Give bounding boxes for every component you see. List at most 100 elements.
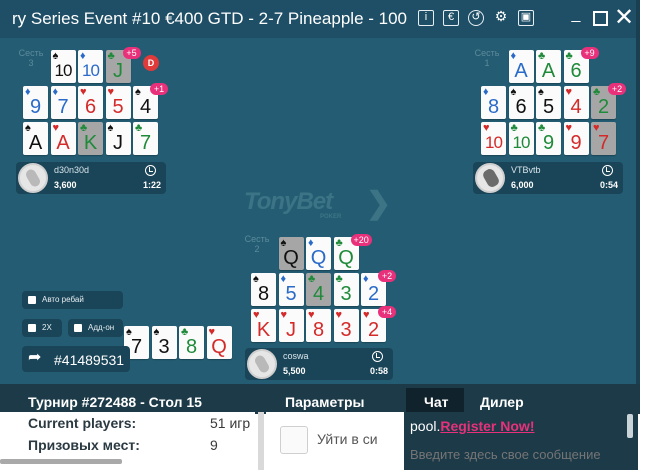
playing-card: ♣ 3 <box>333 273 359 306</box>
sit-out-checkbox[interactable] <box>280 426 308 454</box>
hand-number: #41489531 <box>54 352 125 368</box>
card-rank: 3 <box>340 319 352 341</box>
playing-card: ♥ 8 <box>306 309 331 342</box>
playing-card: ♦ 9 <box>23 86 48 119</box>
tab-dealer[interactable]: Дилер <box>480 394 524 410</box>
minimize-icon[interactable]: _ <box>568 7 584 26</box>
card-rank: 2 <box>367 319 380 341</box>
history-icon[interactable]: ↺ <box>468 10 484 26</box>
table-view-icon[interactable]: ▣ <box>518 10 534 26</box>
settings-icon[interactable]: ⚙ <box>493 9 509 26</box>
auto-rebuy-checkbox[interactable] <box>28 296 36 304</box>
player-stack: 5,500 <box>283 366 306 376</box>
playing-card: ♠ J <box>105 122 131 155</box>
window-title: ry Series Event #10 €400 GTD - 2-7 Pinea… <box>12 9 412 28</box>
horizontal-scrollbar[interactable] <box>0 459 122 464</box>
seat-label-3[interactable]: Сесть 3 <box>16 48 46 68</box>
card-rank: 2 <box>597 96 610 118</box>
card-rank: A <box>28 132 43 154</box>
player-plate-left[interactable]: d30n30d 3,600 1:22 <box>16 162 166 194</box>
maximize-icon[interactable] <box>593 11 608 26</box>
player-stack: 3,600 <box>54 180 77 190</box>
x2-toggle[interactable]: 2X <box>22 319 62 337</box>
row-score-badge: +9 <box>580 47 599 59</box>
seat-label-text: Сесть <box>18 48 44 58</box>
card-rank: 10 <box>82 61 100 80</box>
add-on-checkbox[interactable] <box>74 324 82 332</box>
playing-card: ♣ 7 <box>133 122 158 155</box>
seat-label-text: Сесть <box>244 234 270 244</box>
seat-number: 2 <box>254 244 260 254</box>
card-rank: 9 <box>570 132 582 154</box>
register-link[interactable]: Register Now! <box>440 418 534 434</box>
auto-rebuy-label: Авто ребай <box>42 295 84 304</box>
seat-label-1[interactable]: Сесть 1 <box>472 48 502 68</box>
hand-history-button[interactable]: ➦ #41489531 <box>22 346 130 372</box>
card-rank: J <box>113 132 123 154</box>
player-plate-bottom[interactable]: coswa 5,500 0:58 <box>245 348 393 380</box>
tab-parameters[interactable]: Параметры <box>285 394 365 410</box>
card-rank: Q <box>211 336 227 358</box>
card-rank: 5 <box>112 96 124 118</box>
brand-mark-icon: ❯ <box>366 187 392 220</box>
currency-icon[interactable]: € <box>443 10 459 26</box>
poker-table-window: ry Series Event #10 €400 GTD - 2-7 Pinea… <box>0 0 648 470</box>
avatar <box>475 163 505 193</box>
card-rank: Q <box>283 247 299 269</box>
time-bank: 0:54 <box>599 180 618 190</box>
card-rank: A <box>56 132 70 154</box>
playing-card: ♥ 9 <box>563 122 589 155</box>
chat-message-text: pool. <box>410 418 441 434</box>
playing-card: ♥ 5 <box>105 86 131 119</box>
sit-out-label: Уйти в си <box>317 431 378 447</box>
avatar <box>18 163 48 193</box>
playing-card: ♠ 5 <box>536 86 561 119</box>
playing-card: ♥ 3 <box>333 309 359 342</box>
player-plate-right[interactable]: VTBvtb 6,000 0:54 <box>473 162 623 194</box>
chat-input[interactable] <box>410 444 632 464</box>
card-rank: 9 <box>542 132 555 154</box>
current-players-label: Current players: <box>28 415 137 431</box>
vertical-scrollbar[interactable] <box>258 412 264 470</box>
seat-label-2[interactable]: Сесть 2 <box>242 234 272 254</box>
card-rank: J <box>286 319 296 341</box>
playing-card: ♠ 3 <box>151 326 177 359</box>
playing-card: ♥ 4 <box>563 86 589 119</box>
row-score-badge: +2 <box>608 83 626 95</box>
time-bank: 0:58 <box>369 366 388 376</box>
auto-rebuy-toggle[interactable]: Авто ребай <box>22 291 123 309</box>
window-border <box>636 0 640 384</box>
playing-card: ♠ 10 <box>50 50 76 83</box>
dealer-button: D <box>143 55 159 71</box>
playing-card: ♣ A <box>536 50 561 83</box>
playing-card: ♥ K <box>251 309 276 342</box>
card-rank: 8 <box>487 96 500 118</box>
card-rank: 6 <box>570 60 582 82</box>
playing-card: ♣ K <box>78 122 103 155</box>
chat-scrollbar[interactable] <box>627 414 633 438</box>
add-on-toggle[interactable]: Адд-он <box>68 319 123 337</box>
tab-chat[interactable]: Чат <box>424 394 448 410</box>
playing-card: ♦ Q <box>306 237 331 270</box>
brand-watermark-sub: POKER <box>320 214 342 220</box>
prize-places-value: 9 <box>210 437 218 453</box>
add-on-label: Адд-он <box>88 323 115 332</box>
card-rank: 4 <box>570 96 582 118</box>
card-rank: Q <box>310 247 327 269</box>
info-icon[interactable]: i <box>418 10 434 26</box>
back-arrow-icon: ➦ <box>28 349 42 366</box>
row-score-badge: +2 <box>378 270 396 282</box>
card-rank: 6 <box>84 96 97 118</box>
clock-icon <box>372 351 383 362</box>
x2-checkbox[interactable] <box>28 324 36 332</box>
chat-message: pool.Register Now! <box>410 418 534 434</box>
row-score-badge: +5 <box>122 47 141 59</box>
card-rank: J <box>113 60 123 82</box>
card-rank: K <box>83 132 98 154</box>
playing-card: ♦ A <box>508 50 534 83</box>
card-rank: Q <box>338 247 354 269</box>
seat-number: 3 <box>28 58 34 68</box>
close-icon[interactable]: ✕ <box>614 6 634 30</box>
card-rank: 5 <box>542 96 555 118</box>
card-rank: 10 <box>54 61 73 80</box>
